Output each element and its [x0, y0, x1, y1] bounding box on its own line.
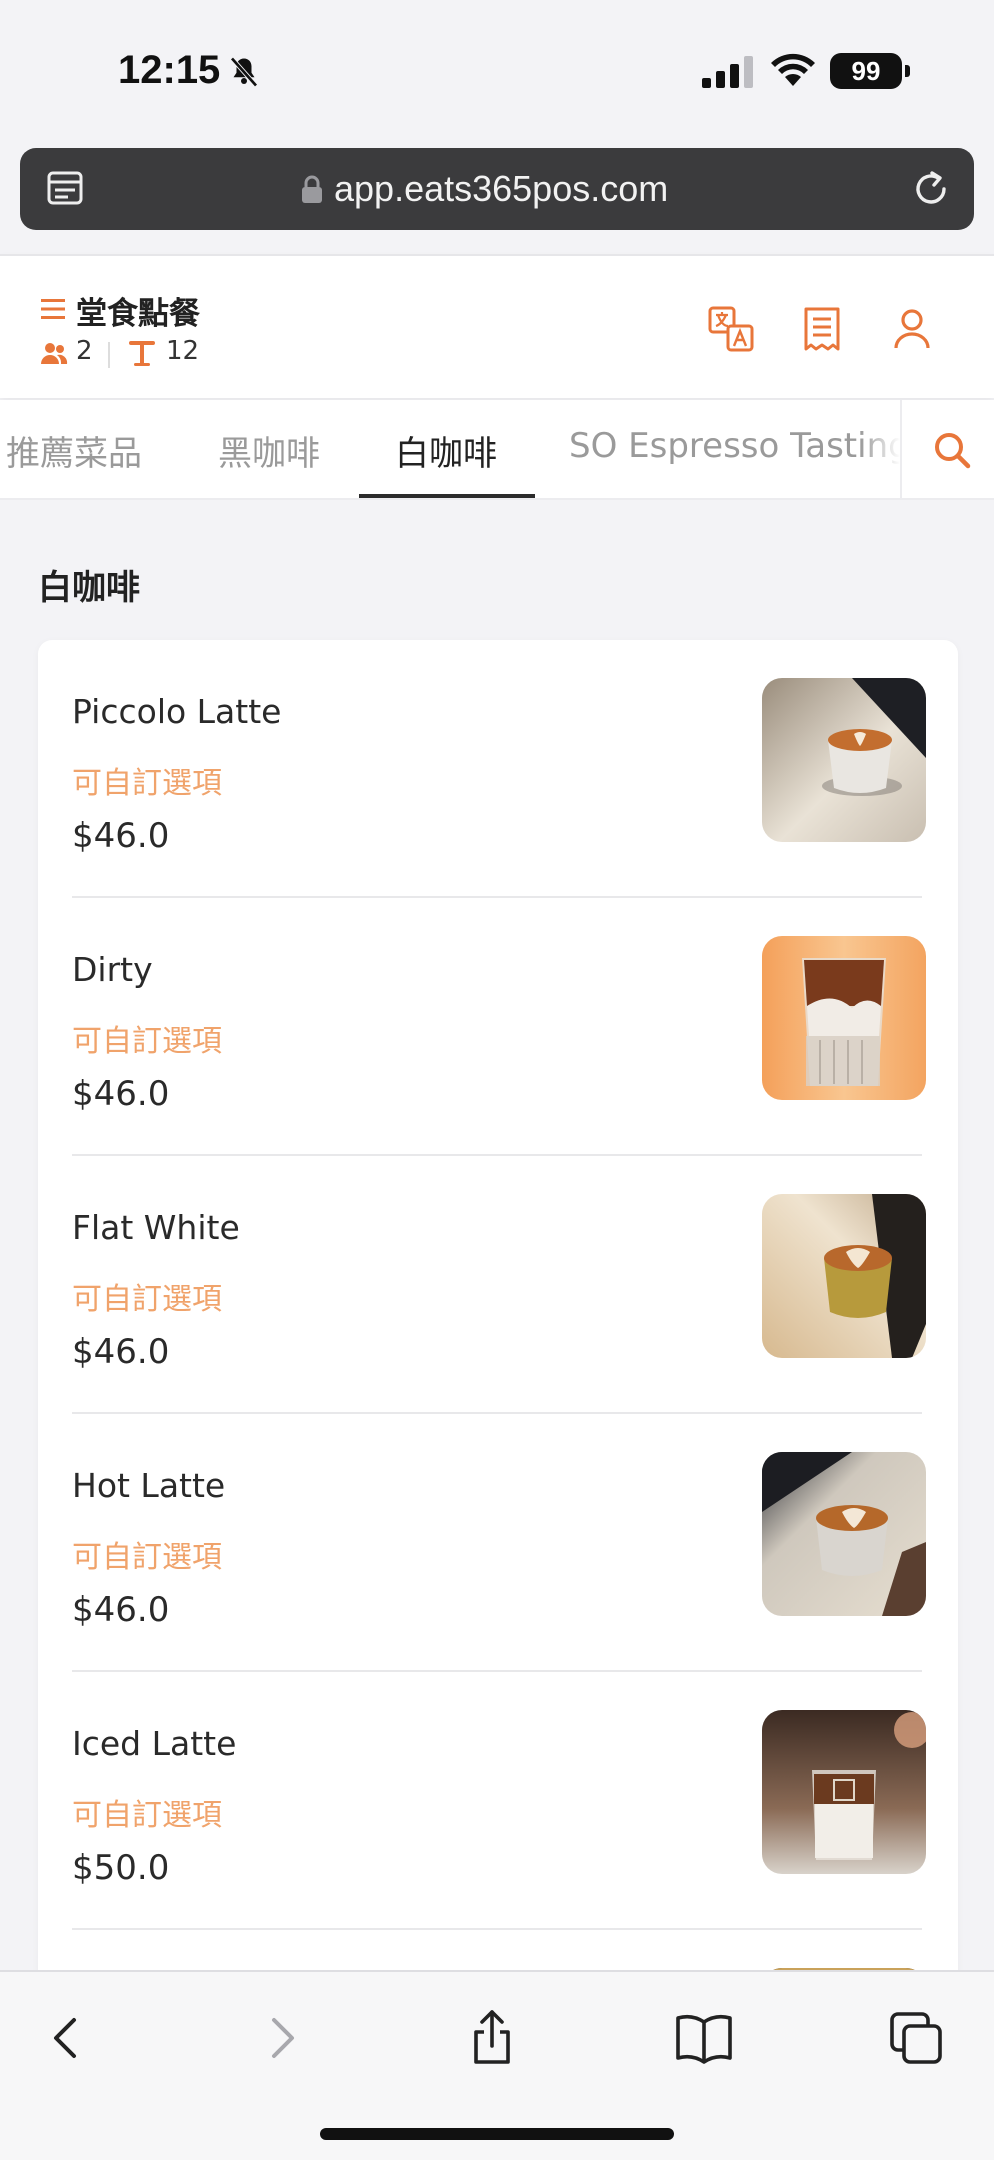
active-tab-indicator: [359, 494, 535, 498]
latte-photo-image: [762, 678, 926, 842]
item-name: Hot Latte: [72, 1466, 226, 1505]
item-customizable-label: 可自訂選項: [72, 1798, 222, 1833]
back-icon[interactable]: [36, 2008, 96, 2068]
item-customizable-label: 可自訂選項: [72, 766, 222, 801]
forward-icon[interactable]: [252, 2008, 312, 2068]
item-customizable-label: 可自訂選項: [72, 1540, 222, 1575]
item-photo[interactable]: [762, 1710, 926, 1874]
user-account-icon[interactable]: [892, 308, 932, 350]
item-price: $46.0: [72, 1590, 170, 1630]
table-number: 12: [166, 336, 200, 366]
item-price: $46.0: [72, 1332, 170, 1372]
item-photo[interactable]: [762, 1194, 926, 1358]
receipt-icon[interactable]: [802, 306, 842, 352]
menu-item[interactable]: Hot Latte 可自訂選項 $46.0: [72, 1414, 958, 1672]
search-button[interactable]: [900, 400, 994, 498]
browser-address-bar[interactable]: app.eats365pos.com: [20, 148, 974, 230]
item-price: $50.0: [72, 1848, 170, 1888]
menu-item[interactable]: Dirty 可自訂選項 $46.0: [72, 898, 958, 1156]
item-photo[interactable]: [762, 678, 926, 842]
url-text[interactable]: app.eats365pos.com: [334, 168, 668, 210]
item-customizable-label: 可自訂選項: [72, 1282, 222, 1317]
category-tabs: 推薦菜品 黑咖啡 白咖啡 SO Espresso Tasting: [0, 400, 994, 500]
wifi-icon: [771, 53, 815, 86]
item-name: Iced Latte: [72, 1724, 237, 1763]
search-icon[interactable]: [932, 430, 972, 470]
meta-divider: [108, 342, 110, 368]
page-menu-icon[interactable]: [46, 170, 84, 210]
battery-indicator: 99: [830, 53, 910, 89]
guest-count: 2: [76, 336, 93, 366]
guests-icon: [41, 343, 68, 364]
table-icon: [129, 341, 155, 366]
share-icon[interactable]: [462, 2008, 522, 2068]
tab-so-espresso-tasting[interactable]: SO Espresso Tasting: [569, 426, 910, 466]
menu-icon[interactable]: [40, 296, 66, 322]
menu-item[interactable]: Iced Latte 可自訂選項 $50.0: [72, 1672, 958, 1930]
item-name: Dirty: [72, 950, 153, 989]
lock-icon: [302, 175, 322, 203]
translate-icon[interactable]: [708, 306, 754, 352]
iced-latte-photo-image: [762, 1710, 926, 1874]
hot-latte-photo-image: [762, 1452, 926, 1616]
item-photo[interactable]: [762, 936, 926, 1100]
item-name: Flat White: [72, 1208, 240, 1247]
order-type-title[interactable]: 堂食點餐: [76, 288, 200, 333]
status-time: 12:15: [118, 48, 221, 92]
item-name: Piccolo Latte: [72, 692, 282, 731]
menu-item[interactable]: Flat White 可自訂選項 $46.0: [72, 1156, 958, 1414]
app-header: 堂食點餐 2 12: [0, 254, 994, 398]
cellular-signal-icon: [702, 56, 753, 88]
item-customizable-label: 可自訂選項: [72, 1024, 222, 1059]
status-bar: 12:15 99: [0, 0, 994, 140]
tab-recommended[interactable]: 推薦菜品: [6, 426, 142, 475]
item-price: $46.0: [72, 816, 170, 856]
tabs-icon[interactable]: [886, 2008, 946, 2068]
tab-black-coffee[interactable]: 黑咖啡: [218, 426, 320, 475]
menu-item[interactable]: Piccolo Latte 可自訂選項 $46.0: [72, 640, 958, 898]
bell-muted-icon: [230, 57, 258, 87]
home-indicator: [320, 2128, 674, 2140]
section-title: 白咖啡: [38, 568, 140, 608]
item-price: $46.0: [72, 1074, 170, 1114]
tabs-fade: [860, 400, 900, 498]
menu-items-card: Piccolo Latte 可自訂選項 $46.0 Dirty 可自訂選項 $4…: [38, 640, 958, 2040]
tab-white-coffee[interactable]: 白咖啡: [395, 426, 497, 475]
item-photo[interactable]: [762, 1452, 926, 1616]
flat-white-photo-image: [762, 1194, 926, 1358]
dirty-photo-image: [762, 936, 926, 1100]
bookmarks-icon[interactable]: [674, 2008, 734, 2068]
reload-icon[interactable]: [910, 168, 952, 210]
